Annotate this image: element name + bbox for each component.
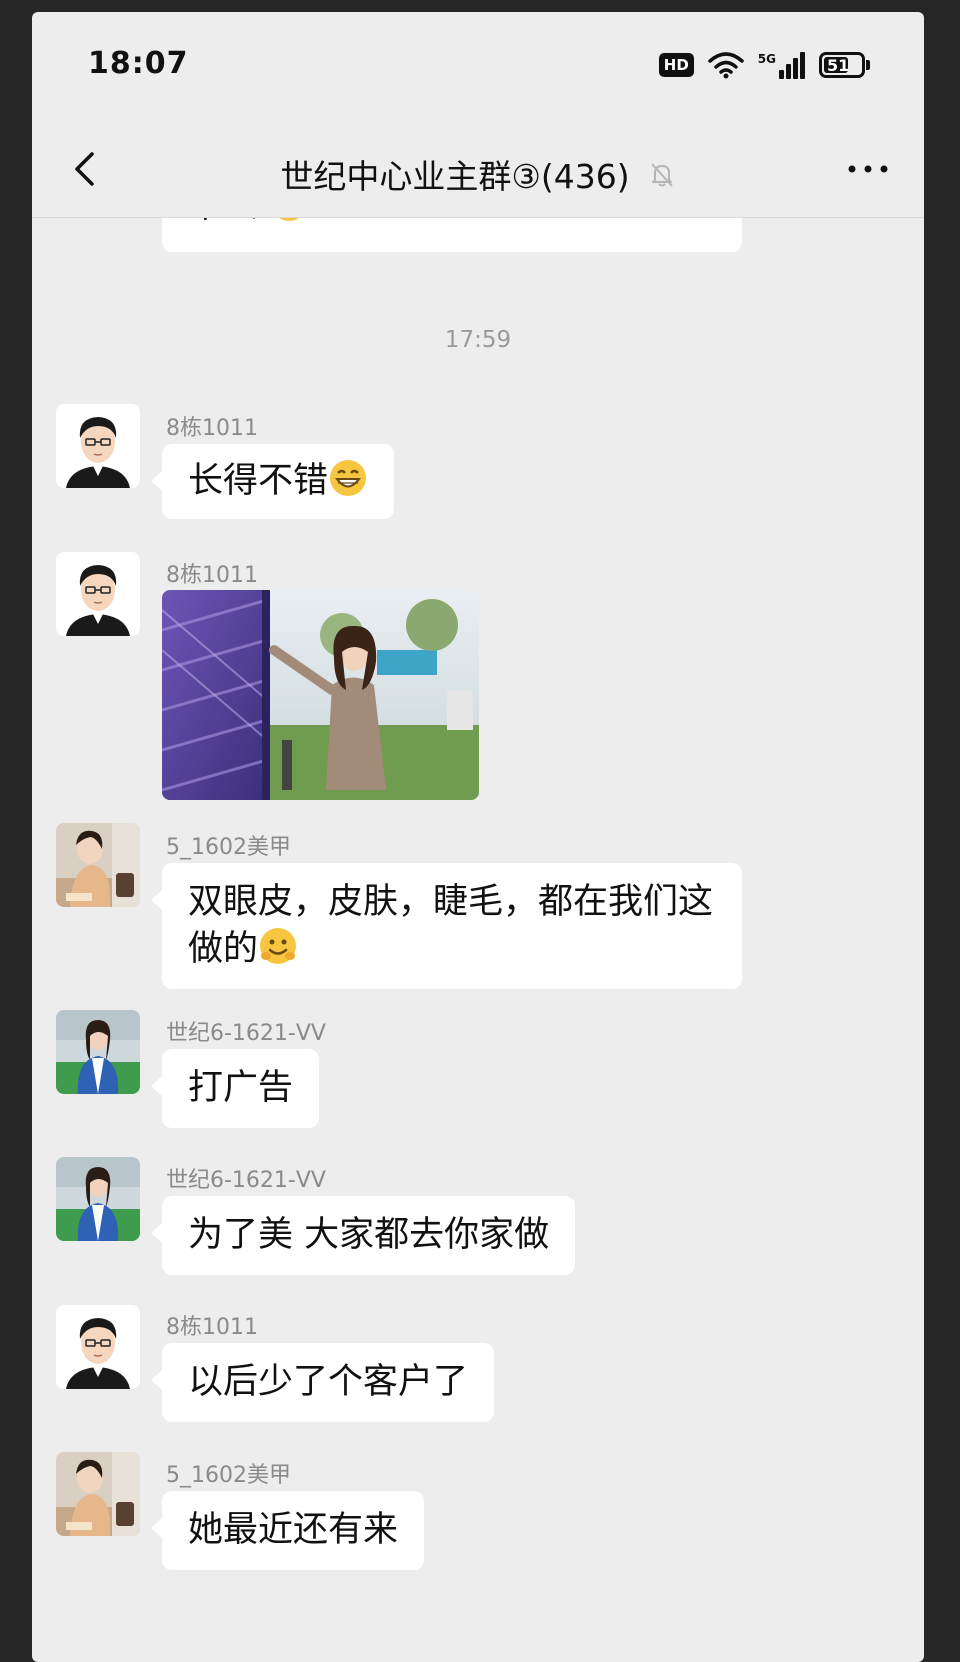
battery-icon: 51	[819, 52, 870, 78]
message-text: 打广告	[188, 1068, 294, 1108]
sender-name: 8栋1011	[166, 416, 258, 441]
sender-name: 5_1602美甲	[166, 1463, 291, 1488]
grinning-face-icon	[330, 460, 367, 496]
message-text: 做的	[188, 929, 259, 969]
message-text: 为了美 大家都去你家做	[188, 1215, 550, 1255]
more-options-button[interactable]	[842, 152, 894, 186]
avatar[interactable]	[56, 823, 140, 907]
message-bubble[interactable]: 以后少了个客户了	[150, 1343, 495, 1422]
smiling-face-icon	[260, 928, 297, 964]
message-bubble[interactable]: 为了美 大家都去你家做	[150, 1196, 576, 1275]
avatar[interactable]	[56, 1305, 140, 1389]
phone-screen: 18:07 HD 5G 51 世纪中心业主群③(436) 17:59 8栋101…	[32, 12, 924, 1662]
chat-timestamp: 17:59	[444, 327, 512, 353]
chat-messages[interactable]: 早么 17:59	[32, 197, 924, 1662]
status-time: 18:07	[88, 46, 189, 81]
network-type-label: 5G	[757, 51, 776, 66]
sender-name: 8栋1011	[166, 563, 258, 588]
bell-off-icon	[650, 163, 673, 187]
message-text: 双眼皮，皮肤，睫毛，都在我们这	[188, 882, 714, 922]
hd-icon: HD	[658, 53, 694, 77]
avatar[interactable]	[56, 1157, 140, 1241]
status-icons: HD 5G 51	[658, 50, 870, 80]
message-text: 长得不错	[188, 461, 329, 501]
avatar[interactable]	[56, 1010, 140, 1094]
chat-header: 世纪中心业主群③(436)	[32, 122, 924, 218]
sender-name: 世纪6-1621-VV	[166, 1168, 326, 1193]
wifi-icon	[708, 52, 744, 79]
more-horizontal-icon	[848, 165, 888, 173]
message-text: 她最近还有来	[188, 1510, 399, 1550]
image-message[interactable]	[162, 590, 479, 800]
message-bubble[interactable]: 双眼皮，皮肤，睫毛，都在我们这 做的	[151, 863, 742, 989]
avatar[interactable]	[56, 404, 140, 488]
status-bar: 18:07 HD 5G 51	[32, 12, 924, 122]
message-bubble[interactable]: 长得不错	[150, 444, 395, 519]
message-text: 以后少了个客户了	[188, 1362, 469, 1402]
group-title: 世纪中心业主群③(436)	[280, 157, 630, 196]
message-bubble[interactable]: 打广告	[150, 1049, 320, 1128]
cellular-signal-icon: 5G	[757, 51, 805, 79]
sender-name: 世纪6-1621-VV	[166, 1021, 326, 1046]
sender-name: 5_1602美甲	[166, 835, 291, 860]
avatar[interactable]	[56, 552, 140, 636]
battery-level: 51	[827, 55, 850, 75]
message-bubble[interactable]: 她最近还有来	[150, 1491, 425, 1570]
sender-name: 8栋1011	[166, 1315, 258, 1340]
avatar[interactable]	[56, 1452, 140, 1536]
